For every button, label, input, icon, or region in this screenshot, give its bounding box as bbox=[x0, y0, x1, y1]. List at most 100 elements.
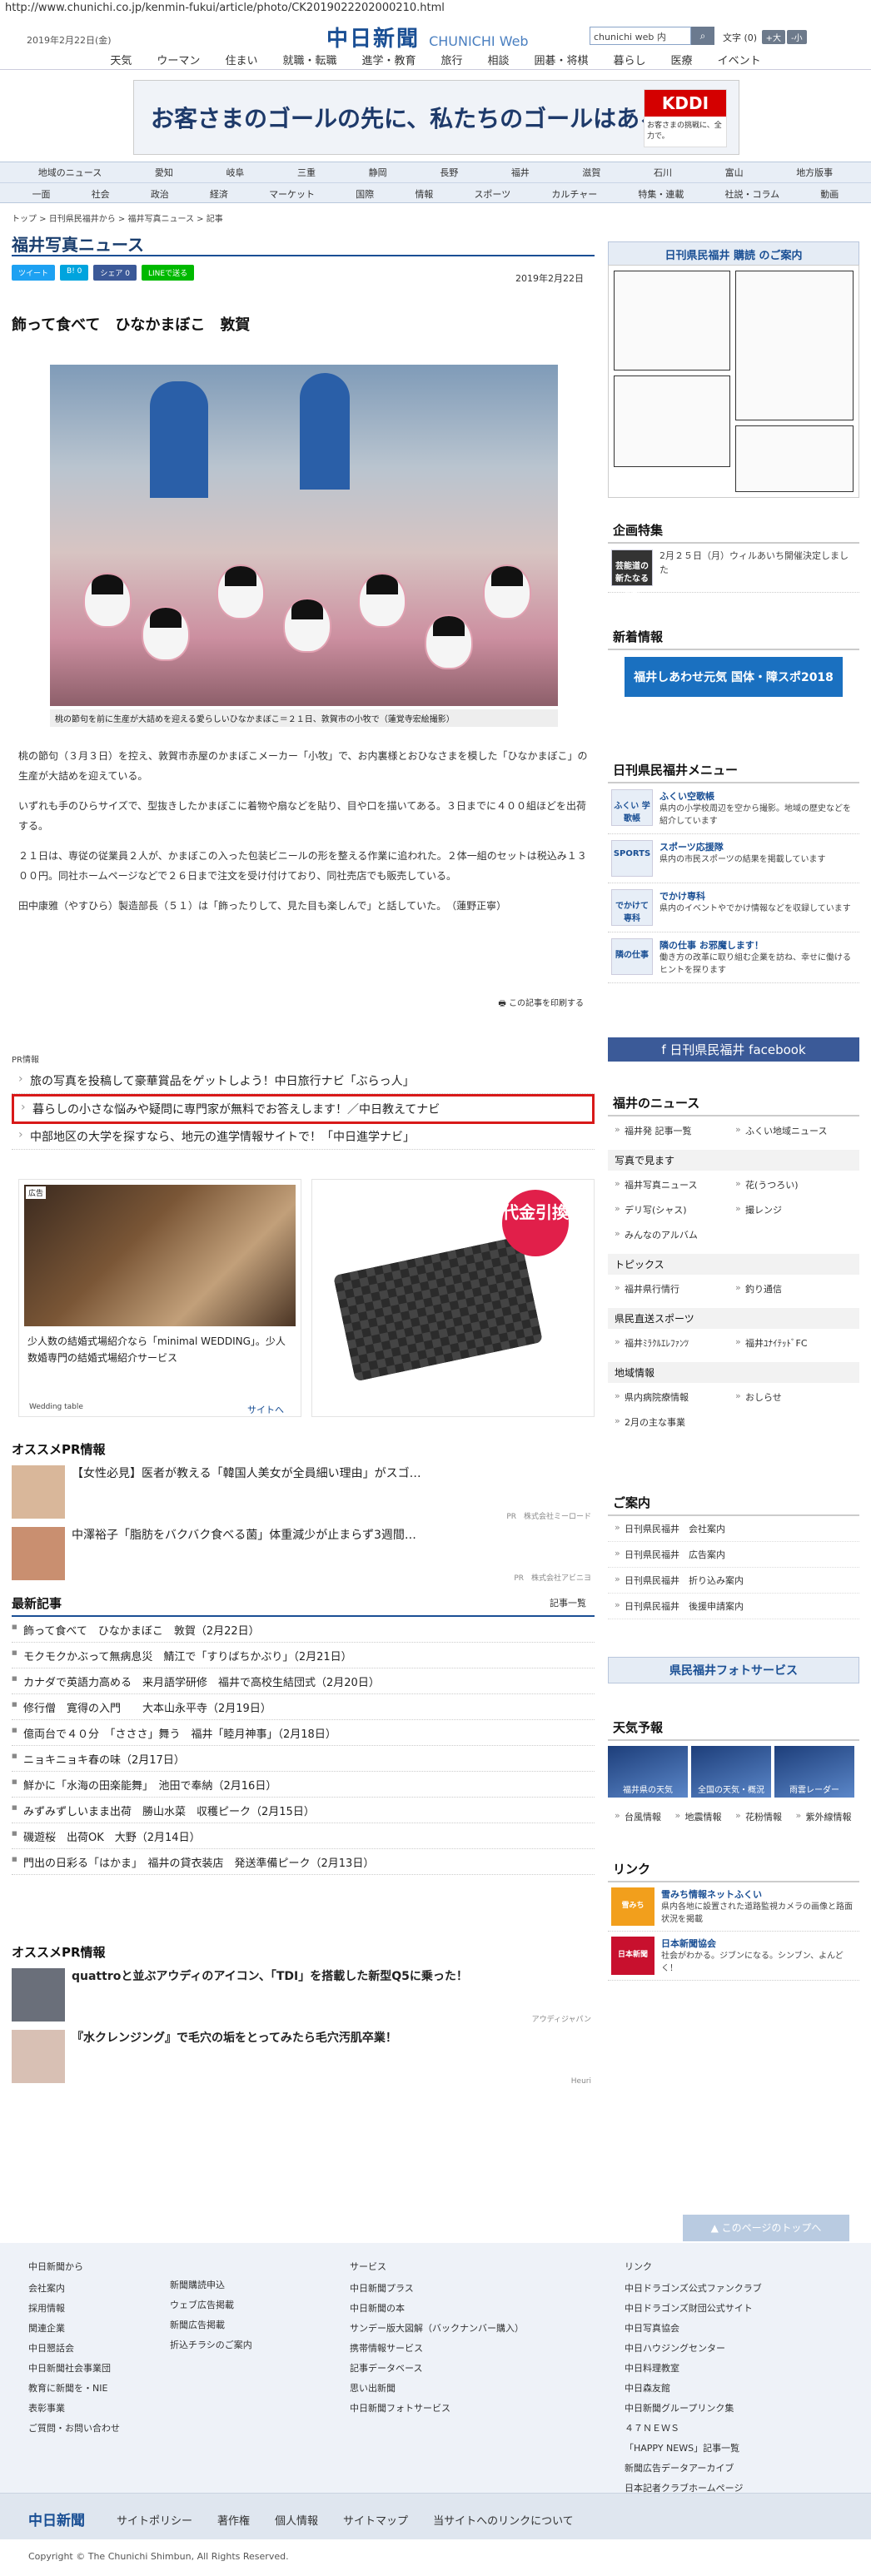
sub-nav-item[interactable]: 国際 bbox=[356, 187, 374, 201]
footer-nav-link[interactable]: 当サイトへのリンクについて bbox=[433, 2512, 574, 2528]
sidebar-link[interactable]: 紫外線情報 bbox=[794, 1804, 855, 1829]
footer-link[interactable]: 折込チラシのご案内 bbox=[170, 2335, 252, 2355]
footer-link[interactable]: ウェブ広告掲載 bbox=[170, 2295, 252, 2315]
sidebar-link[interactable]: 日刊県民福井 折り込み案内 bbox=[608, 1568, 859, 1594]
sidebar-link[interactable]: 福井ﾐﾗｸﾙｴﾚﾌｧﾝﾂ bbox=[613, 1330, 734, 1355]
sidebar-link[interactable]: 釣り通信 bbox=[734, 1276, 854, 1301]
sub-nav-item[interactable]: 愛知 bbox=[155, 166, 173, 179]
menu-item[interactable]: 隣の仕事 隣の仕事 お邪魔します！ 働き方の改革に取り組む企業を訪ね、幸せに働ける… bbox=[608, 932, 859, 983]
main-nav-item[interactable]: 囲碁・将棋 bbox=[522, 48, 601, 69]
main-nav-item[interactable]: 天気 bbox=[97, 48, 144, 69]
sidebar-link[interactable]: 県内病院療情報 bbox=[613, 1385, 734, 1410]
latest-item[interactable]: 修行僧 寛得の入門 大本山永平寺（2月19日） bbox=[12, 1694, 595, 1720]
sidebar-link[interactable]: 日刊県民福井 会社案内 bbox=[608, 1516, 859, 1542]
print-article-link[interactable]: 🖶 この記事を印刷する bbox=[498, 996, 584, 1012]
article-list-link[interactable]: 記事一覧 bbox=[550, 1596, 586, 1609]
latest-item[interactable]: 飾って食べて ひなかまぼこ 敦賀（2月22日） bbox=[12, 1617, 595, 1643]
sub-nav-item[interactable]: スポーツ bbox=[474, 187, 510, 201]
subscribe-button[interactable]: 日刊県民福井 購読 のご案内 bbox=[608, 241, 859, 267]
sub-nav-item[interactable]: 政治 bbox=[151, 187, 169, 201]
footer-link[interactable]: 新聞購読申込 bbox=[170, 2275, 252, 2295]
footer-nav-link[interactable]: サイトポリシー bbox=[117, 2512, 192, 2528]
footer-nav-link[interactable]: 個人情報 bbox=[275, 2512, 318, 2528]
sub-nav-item[interactable]: 地方版事 bbox=[796, 166, 833, 179]
latest-item[interactable]: みずみずしいまま出荷 勝山水菜 収穫ピーク（2月15日） bbox=[12, 1798, 595, 1823]
footer-link[interactable]: 中日ドラゴンズ財団公式サイト bbox=[625, 2298, 762, 2318]
footer-link[interactable]: 中日森友館 bbox=[625, 2378, 762, 2398]
sidebar-link[interactable]: 福井県行情行 bbox=[613, 1276, 734, 1301]
sub-nav-item[interactable]: 滋賀 bbox=[582, 166, 600, 179]
sub-nav-item[interactable]: 静岡 bbox=[369, 166, 387, 179]
recommend-item[interactable]: 【女性必見】医者が教える「韓国人美女が全員細い理由」がスゴ… PR 株式会社ミー… bbox=[12, 1461, 595, 1523]
latest-item[interactable]: 門出の日彩る「はかま」 福井の貸衣装店 発送準備ピーク（2月13日） bbox=[12, 1849, 595, 1875]
sub-nav-item[interactable]: 福井 bbox=[511, 166, 530, 179]
sub-nav-item[interactable]: 社会 bbox=[92, 187, 110, 201]
menu-item[interactable]: でかけて専科 でかけ専科 県内のイベントやでかけ情報などを収録しています bbox=[608, 883, 859, 932]
pr-link[interactable]: 中部地区の大学を探すなら、地元の進学情報サイトで！「中日進学ナビ」 bbox=[12, 1124, 595, 1150]
main-nav-item[interactable]: 旅行 bbox=[428, 48, 475, 69]
main-nav-item[interactable]: 暮らし bbox=[601, 48, 659, 69]
rain-radar-button[interactable]: 雨雲レーダー bbox=[774, 1746, 854, 1798]
search-input[interactable]: chunichi web 内 bbox=[590, 27, 691, 45]
footer-link[interactable]: 中日ハウジングセンター bbox=[625, 2338, 762, 2358]
sidebar-link[interactable]: 台風情報 bbox=[613, 1804, 674, 1829]
sidebar-link[interactable]: 福井発 記事一覧 bbox=[613, 1118, 734, 1143]
recommend-item[interactable]: quattroと並ぶアウディのアイコン、「TDI」を搭載した新型Q5に乗った！ … bbox=[12, 1964, 595, 2026]
main-nav-item[interactable]: 住まい bbox=[212, 48, 270, 69]
sidebar-link[interactable]: 日刊県民福井 広告案内 bbox=[608, 1542, 859, 1568]
footer-link[interactable]: 中日新聞社会事業団 bbox=[28, 2358, 120, 2378]
sidebar-link[interactable]: 2月の主な事業 bbox=[613, 1410, 734, 1435]
sub-nav-item[interactable]: 長野 bbox=[440, 166, 458, 179]
sidebar-link[interactable]: おしらせ bbox=[734, 1385, 854, 1410]
sub-nav-item[interactable]: 石川 bbox=[654, 166, 672, 179]
page-top-button[interactable]: ▲ このページのトップへ bbox=[683, 2215, 849, 2241]
pr-link[interactable]: 旅の写真を投稿して豪華賞品をゲットしよう！中日旅行ナビ「ぶらっ人」 bbox=[12, 1068, 595, 1094]
main-nav-item[interactable]: イベント bbox=[705, 48, 774, 69]
wedding-ad-site-link[interactable]: サイトへ bbox=[247, 1403, 284, 1416]
facebook-banner[interactable]: f 日刊県民福井 facebook bbox=[608, 1037, 859, 1062]
kddi-ad-banner[interactable]: お客さまのゴールの先に、私たちのゴールはある。 KDDI お客さまの挑戦に、全力で… bbox=[133, 80, 739, 155]
main-nav-item[interactable]: 医療 bbox=[659, 48, 705, 69]
footer-link[interactable]: 記事データベース bbox=[350, 2358, 524, 2378]
line-button[interactable]: LINEで送る bbox=[141, 265, 195, 281]
photo-service-link[interactable]: 県民福井フォトサービス bbox=[608, 1657, 859, 1683]
main-nav-item[interactable]: 相談 bbox=[475, 48, 522, 69]
font-size-plus-button[interactable]: +大 bbox=[761, 30, 785, 44]
footer-nav-link[interactable]: 著作権 bbox=[217, 2512, 250, 2528]
sidebar-link[interactable]: 福井写真ニュース bbox=[613, 1172, 734, 1197]
latest-item[interactable]: ニョキニョキ春の味（2月17日） bbox=[12, 1746, 595, 1772]
menu-item[interactable]: SPORTS スポーツ応援隊 県内の市民スポーツの結果を掲載しています bbox=[608, 834, 859, 883]
link-item[interactable]: 雪みち 雪みち情報ネットふくい 県内各地に設置された道路監視カメラの画像と路面状況… bbox=[608, 1882, 859, 1932]
sub-nav-item[interactable]: 動画 bbox=[820, 187, 839, 201]
sub-nav-item[interactable]: 地域のニュース bbox=[38, 166, 102, 179]
weather-national-button[interactable]: 全国の天気・概況 bbox=[691, 1746, 771, 1798]
wedding-ad[interactable]: 広告 少人数の結婚式場紹介なら「minimal WEDDING」。少人数婚専門の… bbox=[18, 1179, 301, 1417]
sub-nav-item[interactable]: 特集・連載 bbox=[638, 187, 684, 201]
search-icon[interactable]: ⌕ bbox=[691, 27, 714, 45]
weather-fukui-button[interactable]: 福井県の天気 bbox=[608, 1746, 688, 1798]
sub-nav-item[interactable]: 情報 bbox=[415, 187, 433, 201]
sidebar-link[interactable]: ふくい地域ニュース bbox=[734, 1118, 854, 1143]
latest-item[interactable]: 磯遊桜 出荷OK 大野（2月14日） bbox=[12, 1823, 595, 1849]
sidebar-link[interactable]: 花(うつろい) bbox=[734, 1172, 854, 1197]
pr-link-highlighted[interactable]: 暮らしの小さな悩みや疑問に専門家が無料でお答えします！／中日教えてナビ bbox=[12, 1094, 595, 1124]
tweet-button[interactable]: ツイート bbox=[12, 265, 56, 281]
kikaku-item[interactable]: 芸能道の新たなる挑戦 2月２５日（月）ウィルあいち開催決定しました bbox=[608, 544, 859, 596]
footer-link[interactable]: 思い出新聞 bbox=[350, 2378, 524, 2398]
footer-link[interactable]: 中日新聞フォトサービス bbox=[350, 2398, 524, 2418]
photo-service-banner[interactable]: 県民福井フォトサービス bbox=[608, 1657, 859, 1683]
sidebar-link[interactable]: 福井ﾕﾅｲﾃｯﾄﾞFC bbox=[734, 1330, 854, 1355]
footer-link[interactable]: 表彰事業 bbox=[28, 2398, 120, 2418]
footer-link[interactable]: 携帯情報サービス bbox=[350, 2338, 524, 2358]
sidebar-link[interactable]: 地震情報 bbox=[674, 1804, 734, 1829]
main-nav-item[interactable]: 進学・教育 bbox=[349, 48, 428, 69]
footer-link[interactable]: 中日新聞グループリンク集 bbox=[625, 2398, 762, 2418]
sub-nav-item[interactable]: 一面 bbox=[32, 187, 51, 201]
footer-link[interactable]: 中日写真協会 bbox=[625, 2318, 762, 2338]
article-photo[interactable] bbox=[50, 365, 558, 706]
footer-link[interactable]: ４７ＮＥＷＳ bbox=[625, 2418, 762, 2438]
facebook-link[interactable]: f 日刊県民福井 facebook bbox=[608, 1037, 859, 1062]
footer-link[interactable]: 中日料理教室 bbox=[625, 2358, 762, 2378]
latest-item[interactable]: 億両台で４０分 「さささ」舞う 福井「睦月神事」（2月18日） bbox=[12, 1720, 595, 1746]
recommend-item[interactable]: 中澤裕子「脂肪をバクバク食べる菌」体重減少が止まらず3週間… PR 株式会社アビ… bbox=[12, 1523, 595, 1584]
